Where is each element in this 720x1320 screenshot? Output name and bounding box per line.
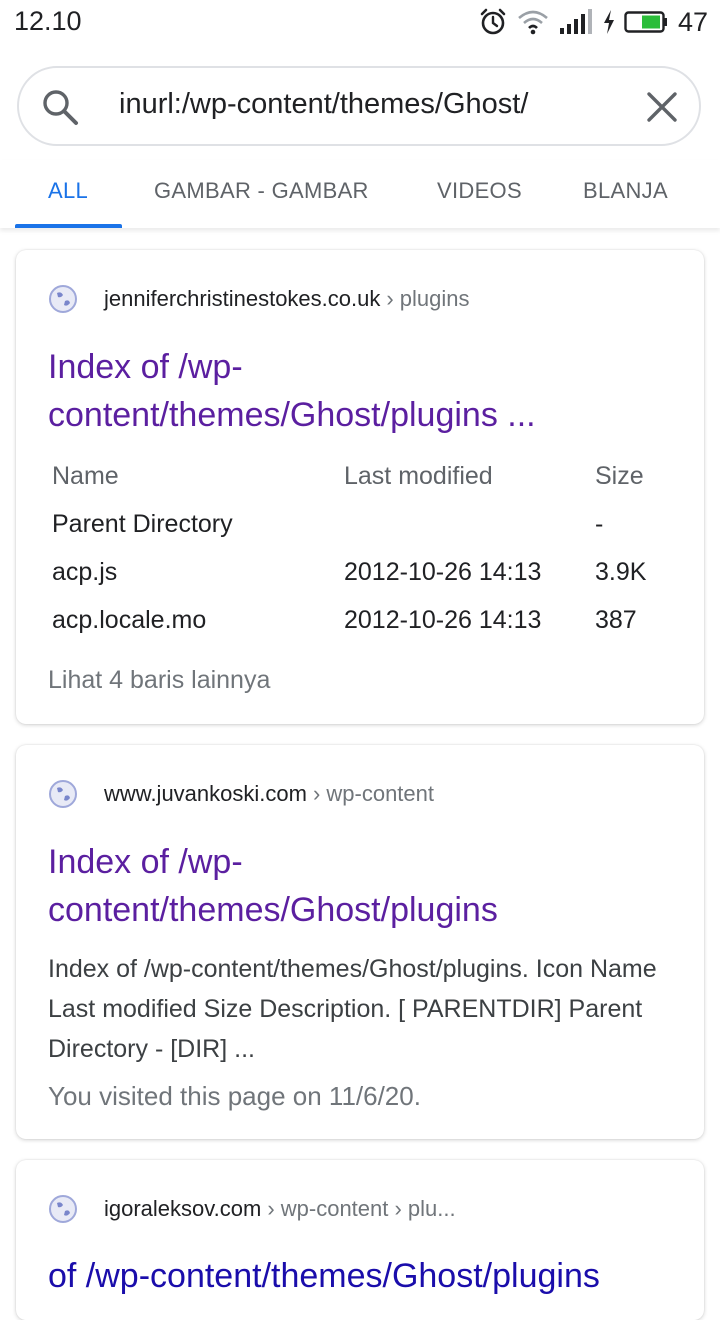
site-path: › wp-content: [312, 781, 435, 806]
table-header-size: Size: [595, 462, 644, 490]
tab-all[interactable]: ALL: [48, 178, 88, 204]
result-title-line: content/themes/Ghost/plugins ...: [48, 396, 536, 434]
table-cell: acp.locale.mo: [52, 606, 207, 634]
close-icon[interactable]: [645, 90, 679, 124]
site-domain: igoraleksov.com: [104, 1196, 262, 1221]
table-cell: 3.9K: [595, 558, 647, 586]
site-row[interactable]: jenniferchristinestokes.co.uk › plugins: [48, 282, 470, 316]
table-header-name: Name: [52, 462, 119, 490]
search-icon[interactable]: [39, 86, 81, 128]
tab-shopping[interactable]: BLANJA: [583, 178, 668, 204]
result-title-link[interactable]: of /wp-content/themes/Ghost/plugins: [48, 1252, 678, 1300]
status-icons: 47: [478, 4, 708, 40]
search-tabs: ALL GAMBAR - GAMBAR VIDEOS BLANJA: [0, 160, 720, 228]
site-domain: www.juvankoski.com: [104, 781, 307, 806]
table-cell: -: [595, 510, 604, 538]
alarm-icon: [480, 8, 506, 35]
site-domain: jenniferchristinestokes.co.uk: [104, 286, 381, 311]
result-card: igoraleksov.com › wp-content › plu... of…: [16, 1160, 704, 1320]
result-title-line: Index of /wp-: [48, 348, 243, 386]
site-path: › plugins: [386, 286, 470, 311]
search-box[interactable]: inurl:/wp-content/themes/Ghost/: [17, 66, 701, 146]
result-snippet: Index of /wp-content/themes/Ghost/plugin…: [48, 955, 657, 1063]
status-time: 12.10: [14, 6, 82, 36]
charging-icon: [603, 10, 614, 34]
tab-images[interactable]: GAMBAR - GAMBAR: [154, 178, 369, 204]
globe-icon: [49, 780, 77, 808]
table-cell: acp.js: [52, 558, 118, 586]
tab-videos[interactable]: VIDEOS: [437, 178, 522, 204]
table-cell: 387: [595, 606, 637, 634]
search-input[interactable]: inurl:/wp-content/themes/Ghost/: [119, 88, 528, 121]
globe-icon: [49, 1195, 77, 1223]
site-path: › wp-content › plu...: [267, 1196, 456, 1221]
site-row[interactable]: igoraleksov.com › wp-content › plu...: [48, 1192, 456, 1226]
result-card: www.juvankoski.com › wp-content Index of…: [16, 745, 704, 1139]
table-cell: Parent Directory: [52, 510, 233, 538]
site-row[interactable]: www.juvankoski.com › wp-content: [48, 777, 434, 811]
active-tab-indicator: [15, 224, 122, 228]
result-title-link[interactable]: Index of /wp- content/themes/Ghost/plugi…: [48, 343, 678, 439]
table-cell: 2012-10-26 14:13: [344, 558, 542, 586]
signal-icon: [559, 9, 592, 34]
result-title-line: content/themes/Ghost/plugins: [48, 891, 498, 929]
visited-note: You visited this page on 11/6/20.: [48, 1081, 421, 1111]
status-bar: 12.10 47: [0, 0, 720, 46]
result-title-link[interactable]: Index of /wp- content/themes/Ghost/plugi…: [48, 838, 678, 934]
table-cell: 2012-10-26 14:13: [344, 606, 542, 634]
battery-level: 47: [677, 6, 708, 37]
result-title-line: of /wp-content/themes/Ghost/plugins: [48, 1257, 600, 1295]
result-title-line: Index of /wp-: [48, 843, 243, 881]
battery-icon: [624, 11, 667, 33]
globe-icon: [49, 285, 77, 313]
table-header-modified: Last modified: [344, 462, 493, 490]
wifi-icon: [518, 10, 548, 35]
see-more-rows-link[interactable]: Lihat 4 baris lainnya: [48, 666, 270, 695]
result-card: jenniferchristinestokes.co.uk › plugins …: [16, 250, 704, 724]
